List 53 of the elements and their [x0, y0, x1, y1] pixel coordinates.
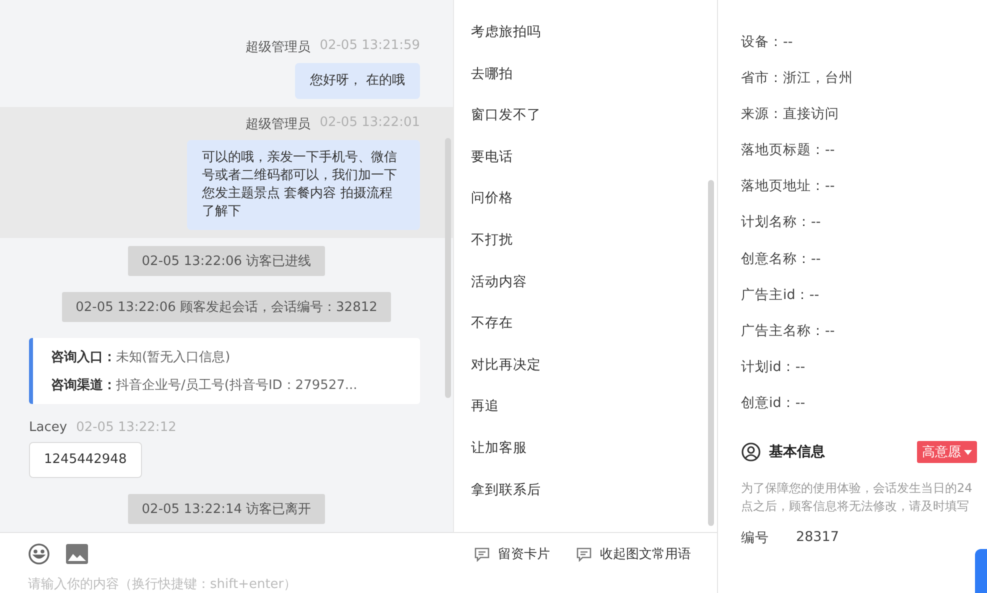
system-message: 02-05 13:22:14 访客已离开 — [128, 494, 326, 524]
caret-icon — [964, 450, 972, 455]
message-icon — [474, 546, 490, 562]
info-field: 创意名称：-- — [741, 240, 977, 277]
scrollbar[interactable] — [445, 138, 451, 398]
scrollbar[interactable] — [708, 180, 714, 526]
field-label: 编号 — [741, 529, 769, 548]
user-icon — [741, 442, 761, 462]
quick-reply-item[interactable]: 考虑旅拍吗 — [471, 12, 700, 54]
info-field: 计划名称：-- — [741, 204, 977, 241]
info-field: 设备：-- — [741, 24, 977, 60]
quick-reply-item[interactable]: 不打扰 — [471, 220, 700, 262]
field-value: 28317 — [796, 529, 839, 548]
message-icon — [576, 546, 592, 562]
quick-reply-item[interactable]: 再追 — [471, 386, 700, 428]
quick-reply-item[interactable]: 拿到联系后 — [471, 470, 700, 512]
info-field: 落地页标题：-- — [741, 132, 977, 168]
info-field: 来源：直接访问 — [741, 96, 977, 132]
emoji-icon[interactable] — [28, 543, 50, 565]
info-field: 广告主id：-- — [741, 276, 977, 313]
info-field: 创意id：-- — [741, 384, 977, 422]
floating-button[interactable] — [975, 549, 987, 593]
system-message: 02-05 13:22:06 顾客发起会话，会话编号：32812 — [62, 292, 392, 322]
quick-reply-item[interactable]: 问价格 — [471, 178, 700, 220]
sender-name: 超级管理员 — [246, 39, 311, 56]
message-time: 02-05 13:22:12 — [76, 420, 176, 435]
sender-name: Lacey — [29, 420, 68, 435]
info-field: 计划id：-- — [741, 348, 977, 385]
toolbar-action[interactable]: 收起图文常用语 — [576, 545, 691, 563]
notice-text: 为了保障您的使用体验，会话发生当日的24点之后，顾客信息将无法修改，请及时填写 — [741, 480, 974, 516]
quick-reply-item[interactable]: 对比再决定 — [471, 344, 700, 386]
toolbar-action[interactable]: 留资卡片 — [474, 545, 550, 563]
message-bubble: 1245442948 — [29, 442, 142, 478]
info-field: 省市：浙江，台州 — [741, 60, 977, 96]
info-line: 咨询渠道：抖音企业号/员工号(抖音号ID：279527... — [51, 376, 358, 394]
intent-dropdown[interactable]: 高意愿 — [917, 441, 977, 464]
quick-reply-item[interactable]: 不存在 — [471, 303, 700, 345]
sender-name: 超级管理员 — [246, 116, 311, 133]
system-message: 02-05 13:22:06 访客已进线 — [128, 246, 326, 276]
message-bubble: 您好呀， 在的哦 — [294, 63, 420, 99]
quick-reply-item[interactable]: 要电话 — [471, 136, 700, 178]
quick-reply-item[interactable]: 去哪拍 — [471, 54, 700, 96]
message-time: 02-05 13:22:01 — [320, 115, 420, 132]
message-bubble: 可以的哦，亲发一下手机号、微信号或者二维码都可以，我们加一下您发主题景点 套餐内容 拍摄流程了解下 — [187, 140, 420, 230]
quick-reply-item[interactable]: 窗口发不了 — [471, 95, 700, 137]
info-line: 咨询入口：未知(暂无入口信息) — [51, 348, 232, 366]
image-icon[interactable] — [66, 544, 88, 564]
info-field: 广告主名称：-- — [741, 312, 977, 349]
quick-reply-item[interactable]: 活动内容 — [471, 262, 700, 304]
message-time: 02-05 13:21:59 — [320, 38, 420, 55]
section-title: 基本信息 — [769, 443, 825, 462]
info-field: 落地页地址：-- — [741, 168, 977, 204]
quick-reply-item[interactable]: 让加客服 — [471, 428, 700, 470]
